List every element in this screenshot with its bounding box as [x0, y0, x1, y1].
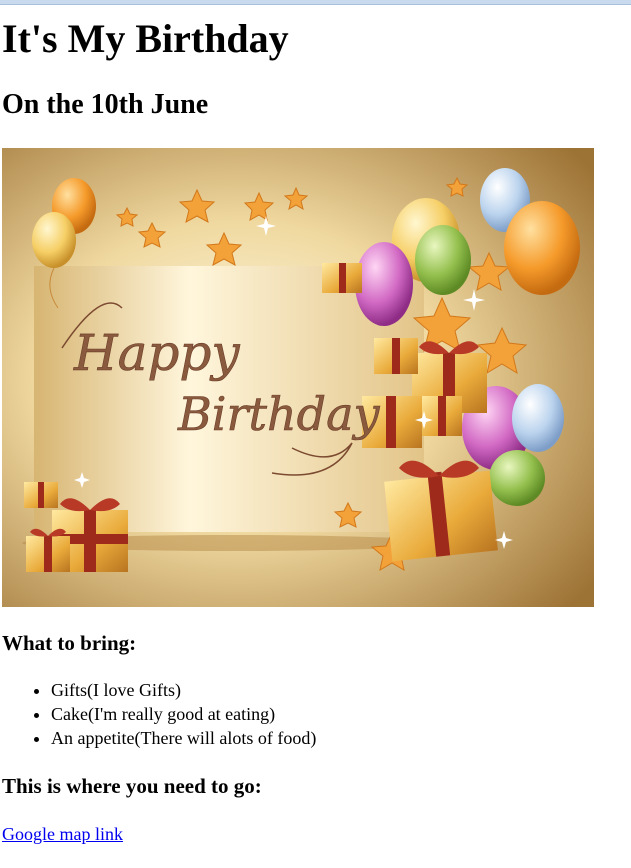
date-heading: On the 10th June — [2, 89, 209, 120]
list-item: An appetite(There will alots of food) — [51, 726, 316, 750]
page-title: It's My Birthday — [2, 16, 289, 61]
what-to-bring-heading: What to bring: — [2, 631, 137, 655]
list-item: Gifts(I love Gifts) — [51, 678, 316, 702]
list-item: Cake(I'm really good at eating) — [51, 702, 316, 726]
bring-list: Gifts(I love Gifts) Cake(I'm really good… — [0, 678, 316, 750]
directions-heading: This is where you need to go: — [2, 774, 262, 798]
browser-top-border — [0, 0, 631, 5]
google-map-link[interactable]: Google map link — [2, 822, 123, 846]
script-happy: Happy — [73, 324, 240, 382]
birthday-card-image: Happy Birthday — [2, 148, 594, 607]
script-birthday: Birthday — [177, 387, 380, 441]
